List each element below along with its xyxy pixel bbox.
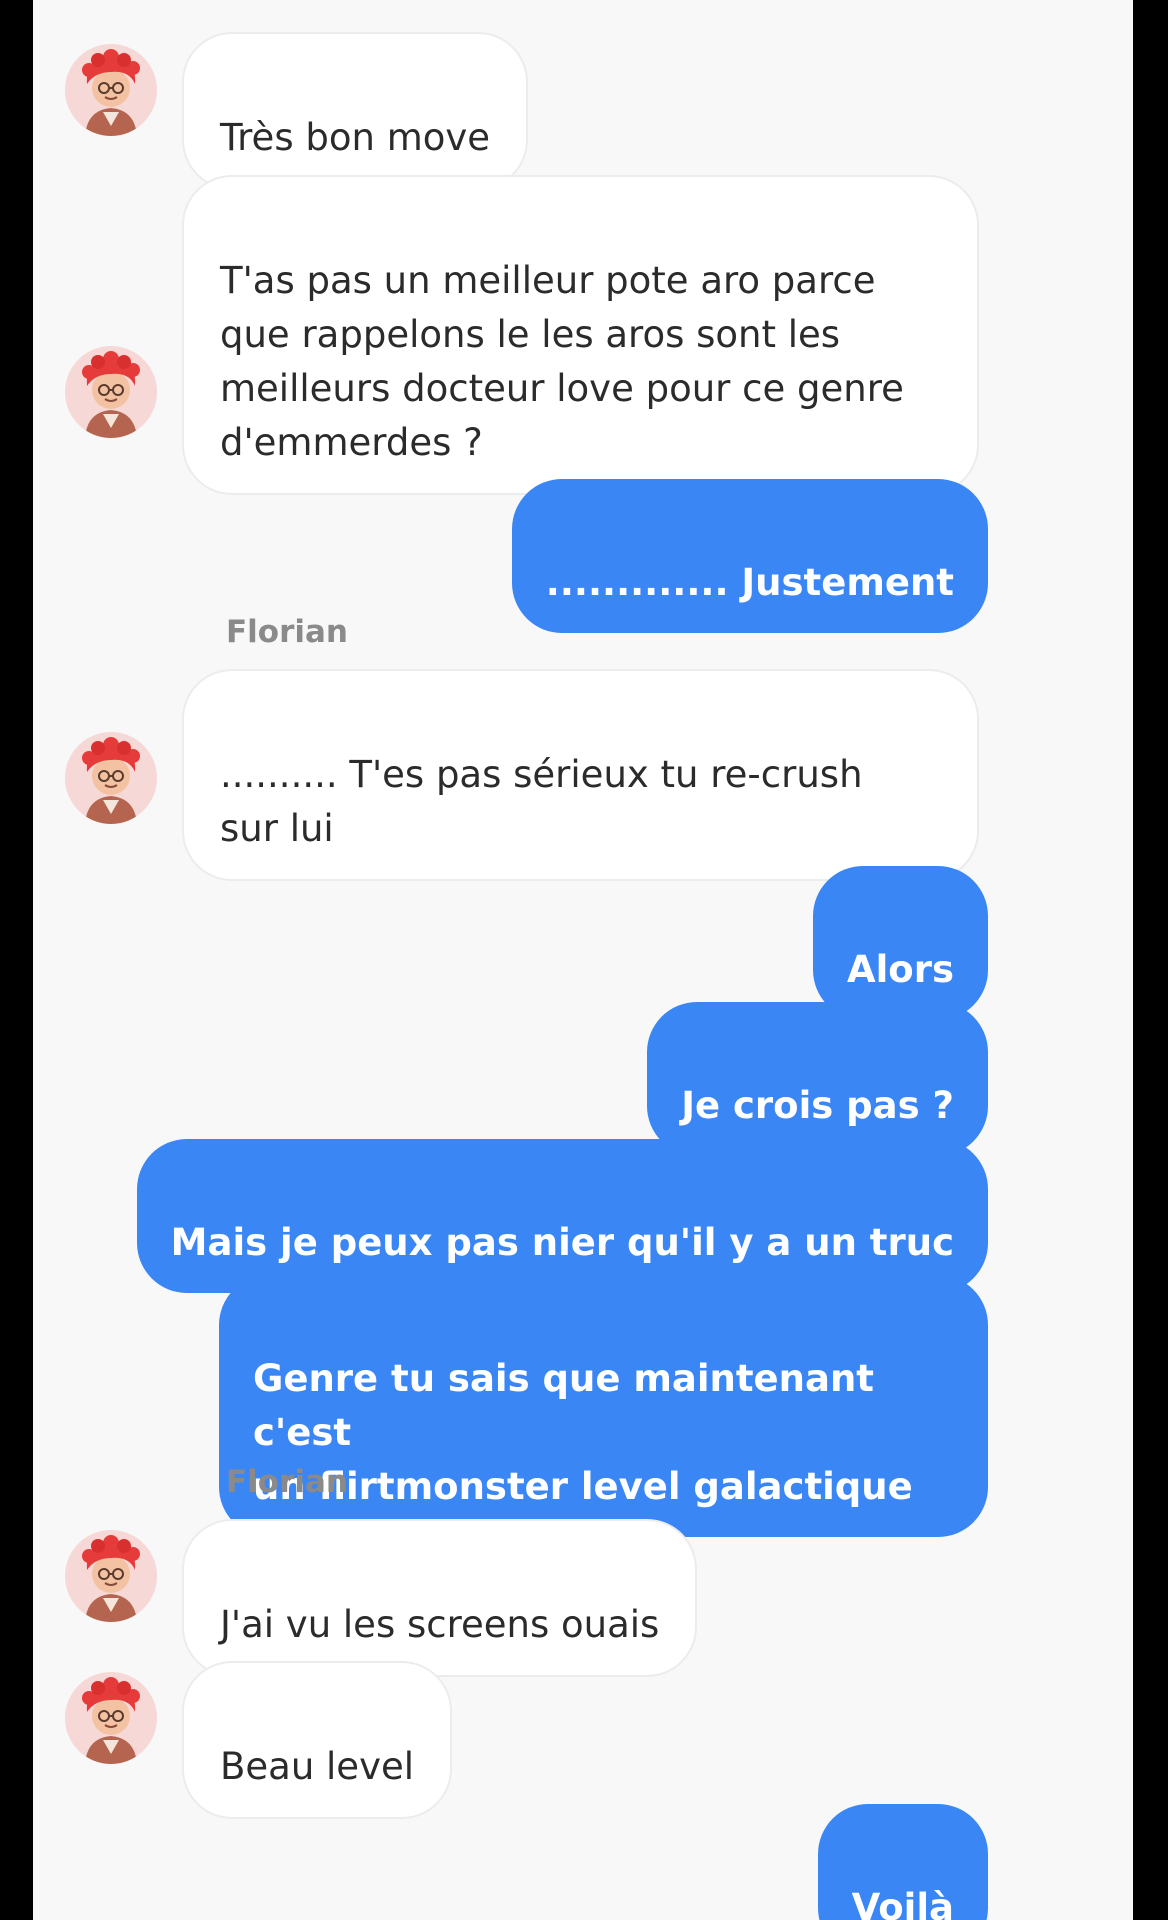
message-bubble-outgoing[interactable]: ............. Justement <box>511 479 988 633</box>
avatar-icon <box>65 44 157 136</box>
message-text: T'as pas un meilleur pote aro parce que … <box>220 259 904 464</box>
sender-name: Florian <box>226 1464 349 1500</box>
message-bubble-outgoing[interactable]: Voilà <box>817 1804 988 1920</box>
message-bubble-outgoing[interactable]: Je crois pas ? <box>647 1002 988 1156</box>
message-bubble-outgoing[interactable]: Alors <box>812 866 988 1020</box>
message-bubble-incoming[interactable]: .......... T'es pas sérieux tu re-crush … <box>182 669 979 881</box>
message-bubble-incoming[interactable]: J'ai vu les screens ouais <box>182 1519 698 1677</box>
avatar[interactable] <box>65 1672 157 1764</box>
message-text: ............. Justement <box>545 561 954 604</box>
avatar[interactable] <box>65 44 157 136</box>
avatar-icon <box>65 1672 157 1764</box>
message-text: Je crois pas ? <box>681 1084 954 1127</box>
message-text: Mais je peux pas nier qu'il y a un truc <box>170 1221 954 1264</box>
message-text: Genre tu sais que maintenant c'est un fl… <box>253 1357 913 1508</box>
message-text: .......... T'es pas sérieux tu re-crush … <box>220 753 863 850</box>
sender-name: Florian <box>226 614 349 650</box>
avatar[interactable] <box>65 1530 157 1622</box>
message-text: Beau level <box>220 1745 415 1788</box>
message-bubble-incoming[interactable]: Très bon move <box>182 32 529 190</box>
message-bubble-incoming[interactable]: T'as pas un meilleur pote aro parce que … <box>182 175 979 495</box>
message-text: J'ai vu les screens ouais <box>220 1603 660 1646</box>
avatar[interactable] <box>65 346 157 438</box>
avatar[interactable] <box>65 732 157 824</box>
message-text: Alors <box>846 948 954 991</box>
message-text: Très bon move <box>220 116 491 159</box>
message-bubble-outgoing[interactable]: Mais je peux pas nier qu'il y a un truc <box>136 1139 988 1293</box>
message-bubble-incoming[interactable]: Beau level <box>182 1661 453 1819</box>
avatar-icon <box>65 346 157 438</box>
message-text: Voilà <box>851 1886 954 1920</box>
avatar-icon <box>65 732 157 824</box>
avatar-icon <box>65 1530 157 1622</box>
chat-window: Très bon move T'as pas un meilleur pote … <box>33 0 1133 1920</box>
